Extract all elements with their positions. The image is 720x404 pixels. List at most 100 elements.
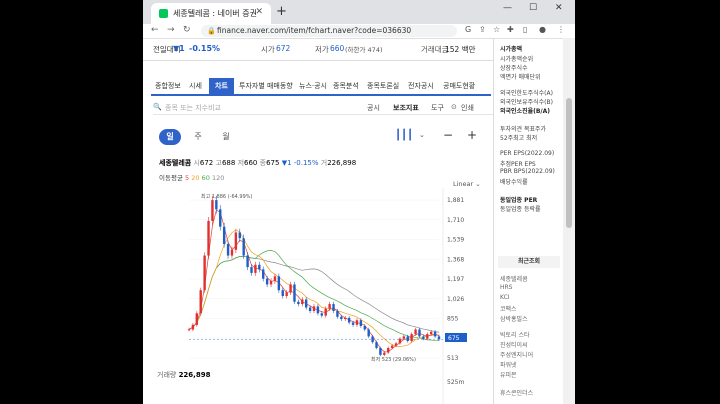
candle-body <box>367 329 370 337</box>
period-selector: 일 주 월 ┃┃┃ ⌄ − + <box>157 128 487 146</box>
low-value: 660 <box>330 44 345 53</box>
ma60-line <box>188 250 440 341</box>
print-button[interactable]: 인쇄 <box>461 103 474 113</box>
zoom-out-button[interactable]: − <box>443 128 453 142</box>
compare-search-input[interactable]: 종목 또는 지수비교 <box>165 103 221 113</box>
maximize-button[interactable]: ☐ <box>529 3 537 13</box>
tab-short-selling[interactable]: 공매도현황 <box>443 81 475 91</box>
stock-summary-bar: 전일대비 ▼1 -0.15% 시가 672 저가 660 (하한가 474) 거… <box>143 38 493 61</box>
y-tick-label: 513 <box>447 355 459 362</box>
indicator-button[interactable]: 보조지표 <box>393 103 419 113</box>
candle-body <box>230 249 234 256</box>
candle-body <box>265 278 269 285</box>
scrollbar-thumb[interactable] <box>566 98 572 228</box>
extension-icon[interactable]: ✚ <box>507 25 514 34</box>
tab-discussion[interactable]: 종목토론실 <box>367 81 399 91</box>
profile-avatar-icon[interactable]: ● <box>539 25 546 34</box>
candle-body <box>344 317 347 320</box>
forward-icon[interactable]: → <box>167 25 175 35</box>
chevron-down-icon[interactable]: ⌄ <box>419 131 425 139</box>
candle-body <box>316 306 320 314</box>
panel-item: 52주최고 최저 <box>500 135 538 142</box>
side-panel-icon[interactable]: ▯ <box>523 25 527 34</box>
candle-body <box>371 336 374 343</box>
period-day-button[interactable]: 일 <box>159 129 181 145</box>
url-field[interactable]: 🔒 finance.naver.com/item/fchart.naver?co… <box>201 25 457 37</box>
panel-item: 시가총액순위 <box>500 56 534 63</box>
candle-body <box>410 334 413 342</box>
candle-body <box>222 226 226 245</box>
browser-tab[interactable]: 세종텔레콤 : 네이버 증권 ✕ <box>151 3 271 24</box>
recent-item[interactable]: HRS <box>500 284 513 291</box>
candle-body <box>347 317 351 323</box>
candle-body <box>191 324 195 330</box>
period-month-button[interactable]: 월 <box>215 129 237 145</box>
y-tick-label: 1,197 <box>447 276 464 283</box>
google-icon[interactable]: G <box>465 25 471 34</box>
high-value: 688 <box>221 159 236 167</box>
panel-item: 외국인한도주식수(A) <box>500 90 553 97</box>
tab-analysis[interactable]: 종목분석 <box>333 81 359 91</box>
volume-info: 거래량 226,898 <box>157 370 210 380</box>
open-label: 시가 <box>261 45 275 54</box>
candle-body <box>246 255 249 268</box>
candle-body <box>301 299 304 305</box>
candle-body <box>258 264 261 270</box>
recent-item[interactable]: 빅토리 스타 <box>500 330 530 339</box>
recent-item[interactable]: 삼박홍빌스 <box>500 314 528 323</box>
candle-body <box>426 334 429 339</box>
y-tick-label: 855 <box>447 316 459 323</box>
candle-chart-icon[interactable]: ┃┃┃ <box>395 130 413 141</box>
bookmark-star-icon[interactable]: ☆ <box>493 25 500 34</box>
ma5-line <box>188 209 440 353</box>
tab-disclosure[interactable]: 전자공시 <box>408 81 434 91</box>
recent-item[interactable]: 휴스콘인더스 <box>500 388 533 397</box>
chart-grid <box>189 188 444 404</box>
candle-body <box>320 313 324 316</box>
print-icon[interactable]: ⊙ <box>451 103 457 111</box>
back-icon[interactable]: ← <box>151 25 159 35</box>
candle-body <box>207 220 210 256</box>
ma120-line <box>188 256 440 333</box>
period-week-button[interactable]: 주 <box>187 129 209 145</box>
recent-item[interactable]: 진성티이씨 <box>500 340 528 349</box>
tools-button[interactable]: 도구 <box>431 103 444 113</box>
close-tab-icon[interactable]: ✕ <box>255 7 263 17</box>
candle-body <box>406 336 409 342</box>
tab-chart[interactable]: 차트 <box>209 78 234 94</box>
candle-body <box>238 232 241 239</box>
menu-icon[interactable]: ⋮ <box>557 25 565 34</box>
candle-body <box>324 308 327 316</box>
zoom-in-button[interactable]: + <box>467 128 477 142</box>
panel-item: PBR BPS(2022.09) <box>500 168 555 175</box>
page-scrollbar[interactable] <box>563 38 575 404</box>
tab-overview[interactable]: 종합정보 <box>155 81 181 91</box>
recent-item[interactable]: 코팩스 <box>500 304 517 313</box>
close-window-button[interactable]: ✕ <box>555 3 563 13</box>
recent-item[interactable]: 유피몬 <box>500 370 517 379</box>
tab-investor-trades[interactable]: 투자자별 매매동향 <box>239 81 293 91</box>
minimize-button[interactable]: — <box>503 3 512 13</box>
naver-favicon-icon <box>159 9 168 18</box>
notice-button[interactable]: 공시 <box>367 103 380 113</box>
candle-body <box>285 292 288 296</box>
recent-item[interactable]: 주성엔지니어 <box>500 350 533 359</box>
share-icon[interactable]: ⇪ <box>479 25 486 34</box>
candle-body <box>203 255 206 291</box>
recent-item[interactable]: 세종텔레콤 <box>500 274 528 283</box>
tab-news[interactable]: 뉴스·공시 <box>299 81 327 91</box>
candle-body <box>414 329 417 335</box>
open-value: 672 <box>199 159 214 167</box>
candle-body <box>269 280 273 285</box>
tab-price[interactable]: 시세 <box>189 81 202 91</box>
scale-selector[interactable]: Linear ⌄ <box>453 180 481 188</box>
candle-body <box>219 209 222 227</box>
candle-body <box>390 345 394 348</box>
candle-body <box>308 307 312 311</box>
recent-item[interactable]: KCI <box>500 294 510 301</box>
reload-icon[interactable]: ↻ <box>183 25 191 35</box>
new-tab-button[interactable]: + <box>276 4 287 19</box>
recent-item[interactable]: 파워넷 <box>500 360 517 369</box>
candle-body <box>433 331 437 337</box>
low-limit: (하한가 474) <box>345 46 383 54</box>
